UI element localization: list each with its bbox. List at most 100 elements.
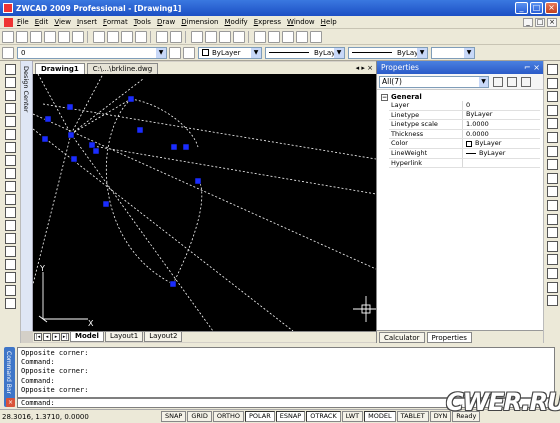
redo-icon[interactable] bbox=[170, 30, 182, 43]
break-icon[interactable] bbox=[546, 240, 558, 252]
prop-row-thickness[interactable]: Thickness 0.0000 bbox=[389, 130, 540, 140]
prop-row-hyperlink[interactable]: Hyperlink bbox=[389, 158, 540, 169]
last-tab-arrow[interactable]: ▸| bbox=[61, 333, 69, 341]
ellipse-icon[interactable] bbox=[4, 194, 16, 205]
new-icon[interactable] bbox=[2, 30, 14, 43]
ray-icon[interactable] bbox=[4, 77, 16, 88]
grip-point[interactable] bbox=[44, 115, 52, 123]
grip-point[interactable] bbox=[67, 131, 75, 139]
construction-line[interactable] bbox=[70, 133, 214, 331]
line-icon[interactable] bbox=[4, 64, 16, 75]
save-icon[interactable] bbox=[30, 30, 42, 43]
scale-icon[interactable] bbox=[546, 159, 558, 171]
grip-point[interactable] bbox=[170, 143, 178, 151]
collapse-icon[interactable]: − bbox=[381, 93, 388, 101]
maximize-button[interactable]: □ bbox=[530, 2, 543, 14]
extend-icon[interactable] bbox=[546, 213, 558, 225]
design-center-icon[interactable] bbox=[268, 30, 280, 43]
drawing-svg[interactable]: Y X bbox=[33, 74, 376, 331]
break-at-point-icon[interactable] bbox=[546, 227, 558, 239]
linetype-select[interactable]: ByLayer ▼ bbox=[265, 46, 345, 59]
chevron-down-icon[interactable]: ▼ bbox=[479, 76, 488, 87]
drawing-canvas[interactable]: Y X bbox=[33, 74, 376, 331]
arc-entity[interactable] bbox=[106, 98, 203, 285]
construction-line[interactable] bbox=[92, 145, 376, 195]
minimize-button[interactable]: _ bbox=[515, 2, 528, 14]
stretch-icon[interactable] bbox=[546, 172, 558, 184]
tab-properties[interactable]: Properties bbox=[426, 331, 472, 343]
match-properties-icon[interactable] bbox=[135, 30, 147, 43]
toggle-pickadd-icon[interactable] bbox=[493, 76, 503, 87]
status-ortho[interactable]: ORTHO bbox=[212, 411, 244, 422]
open-icon[interactable] bbox=[16, 30, 28, 43]
mtext-icon[interactable] bbox=[4, 298, 16, 309]
copy-object-icon[interactable] bbox=[546, 77, 558, 89]
chevron-down-icon[interactable]: ▼ bbox=[156, 47, 166, 58]
construction-line[interactable] bbox=[33, 133, 72, 285]
design-center-panel[interactable]: Design Center bbox=[21, 61, 33, 331]
menu-help[interactable]: Help bbox=[321, 18, 343, 26]
selection-select[interactable]: All(7) ▼ bbox=[379, 75, 489, 88]
layer-manager-icon[interactable] bbox=[2, 46, 14, 59]
layer-select[interactable]: 0 ▼ bbox=[17, 46, 167, 59]
trim-icon[interactable] bbox=[546, 199, 558, 211]
status-lwt[interactable]: LWT bbox=[341, 411, 364, 422]
grip-point[interactable] bbox=[88, 141, 96, 149]
region-icon[interactable] bbox=[4, 272, 16, 283]
document-icon[interactable] bbox=[4, 17, 13, 27]
grip-point[interactable] bbox=[127, 95, 135, 103]
spline-icon[interactable] bbox=[4, 181, 16, 192]
construction-line[interactable] bbox=[70, 98, 132, 135]
grip-point[interactable] bbox=[194, 177, 202, 185]
offset-icon[interactable] bbox=[546, 104, 558, 116]
lineweight-select[interactable]: ByLayer ▼ bbox=[348, 46, 428, 59]
grip-point[interactable] bbox=[182, 143, 190, 151]
circle-icon[interactable] bbox=[4, 155, 16, 166]
prop-row-linetype-scale[interactable]: Linetype scale 1.0000 bbox=[389, 120, 540, 130]
chevron-down-icon[interactable]: ▼ bbox=[334, 47, 344, 58]
layer-previous-icon[interactable] bbox=[183, 46, 195, 59]
status-esnap[interactable]: ESNAP bbox=[275, 411, 306, 422]
rotate-icon[interactable] bbox=[546, 145, 558, 157]
menu-modify[interactable]: Modify bbox=[224, 18, 253, 26]
prev-tab-arrow[interactable]: ◂ bbox=[43, 333, 51, 341]
grip-point[interactable] bbox=[102, 200, 110, 208]
pan-icon[interactable] bbox=[191, 30, 203, 43]
prop-row-linetype[interactable]: Linetype ByLayer bbox=[389, 110, 540, 121]
fillet-icon[interactable] bbox=[546, 281, 558, 293]
properties-icon[interactable] bbox=[254, 30, 266, 43]
insert-block-icon[interactable] bbox=[4, 220, 16, 231]
construction-line[interactable] bbox=[33, 113, 376, 270]
construction-line[interactable] bbox=[70, 74, 104, 135]
color-select[interactable]: ByLayer ▼ bbox=[198, 46, 262, 59]
arc-entity[interactable] bbox=[130, 98, 199, 148]
status-grid[interactable]: GRID bbox=[187, 411, 212, 422]
rectangle-icon[interactable] bbox=[4, 129, 16, 140]
chevron-down-icon[interactable]: ▼ bbox=[417, 47, 427, 58]
point-icon[interactable] bbox=[4, 246, 16, 257]
prop-row-color[interactable]: Color ByLayer bbox=[389, 139, 540, 149]
mirror-icon[interactable] bbox=[546, 91, 558, 103]
move-icon[interactable] bbox=[546, 131, 558, 143]
status-snap[interactable]: SNAP bbox=[161, 411, 187, 422]
tab-brkline[interactable]: C:\...\brkline.dwg bbox=[86, 63, 159, 74]
arc-icon[interactable] bbox=[4, 142, 16, 153]
tab-drawing1[interactable]: Drawing1 bbox=[35, 63, 85, 74]
lengthen-icon[interactable] bbox=[546, 186, 558, 198]
grip-point[interactable] bbox=[41, 135, 49, 143]
plot-style-select[interactable]: ▼ bbox=[431, 46, 475, 59]
table-icon[interactable] bbox=[4, 285, 16, 296]
print-icon[interactable] bbox=[44, 30, 56, 43]
menu-format[interactable]: Format bbox=[103, 18, 134, 26]
menu-express[interactable]: Express bbox=[254, 18, 287, 26]
chamfer-icon[interactable] bbox=[546, 267, 558, 279]
join-icon[interactable] bbox=[546, 254, 558, 266]
help-icon[interactable] bbox=[310, 30, 322, 43]
tab-calculator[interactable]: Calculator bbox=[379, 331, 425, 343]
status-model[interactable]: MODEL bbox=[364, 411, 396, 422]
app-icon[interactable] bbox=[3, 3, 13, 13]
menu-dimension[interactable]: Dimension bbox=[181, 18, 224, 26]
calculator-icon[interactable] bbox=[296, 30, 308, 43]
tab-controls[interactable]: ◂ ▸ × bbox=[356, 63, 373, 74]
hatch-icon[interactable] bbox=[4, 259, 16, 270]
